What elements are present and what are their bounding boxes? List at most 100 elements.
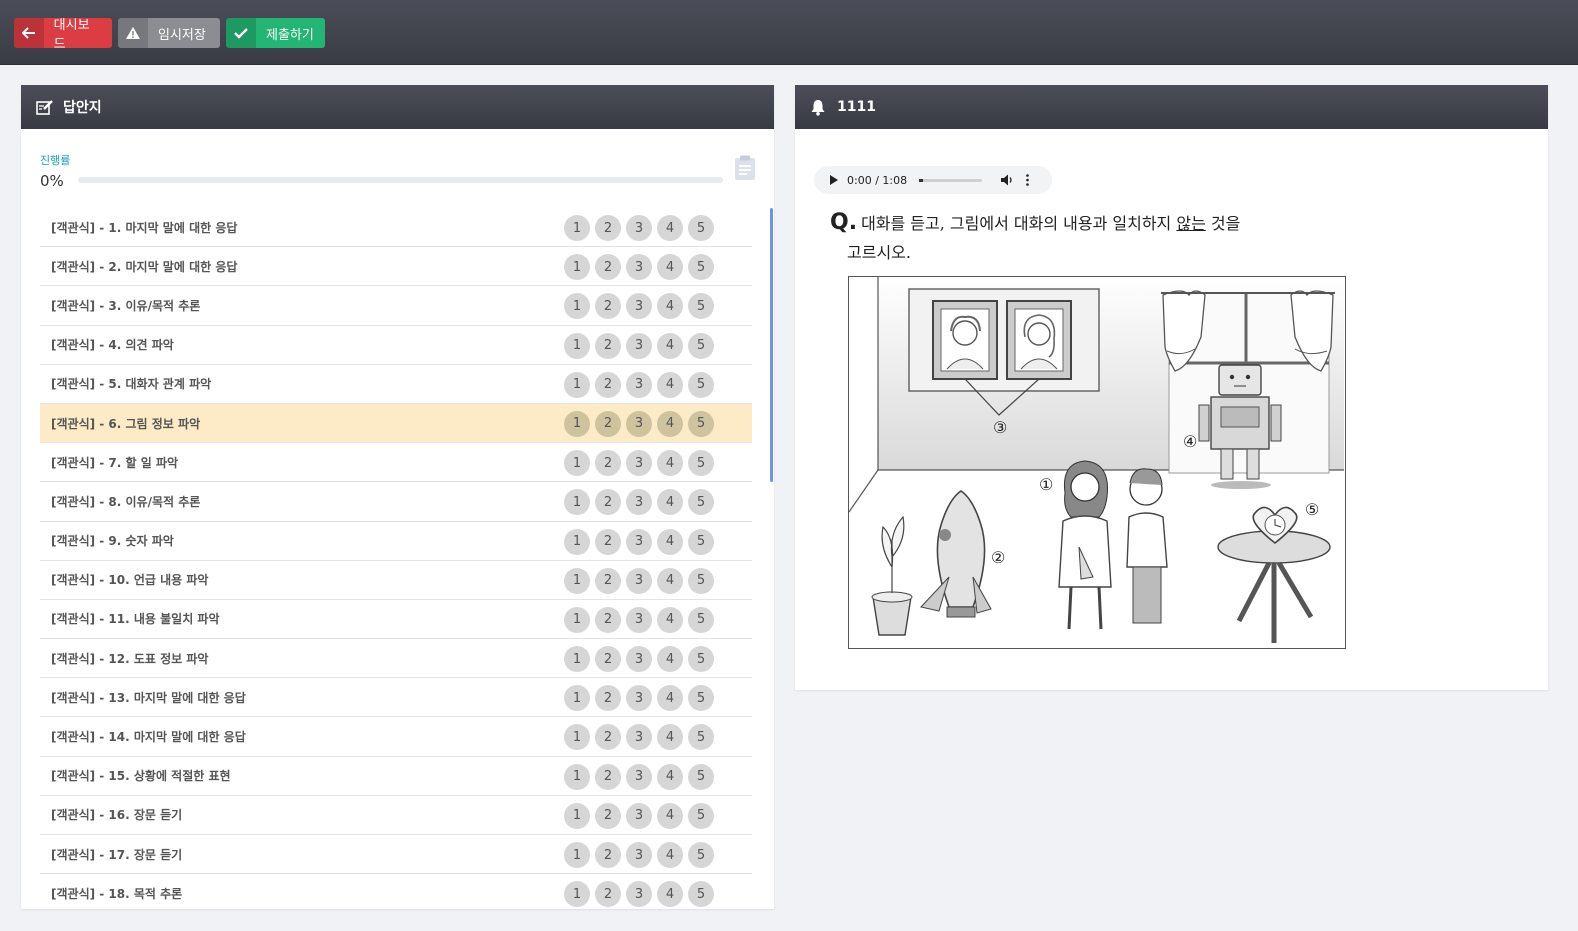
answer-option-button[interactable]: 3 — [626, 332, 652, 359]
question-row[interactable]: [객관식] - 10. 언급 내용 파악 1 2 3 4 5 — [40, 561, 752, 600]
answer-option-button[interactable]: 1 — [564, 215, 590, 241]
answer-option-button[interactable]: 1 — [564, 763, 590, 790]
audio-seek-bar[interactable] — [919, 178, 983, 182]
answer-option-button[interactable]: 5 — [688, 293, 714, 320]
answer-option-button[interactable]: 1 — [564, 842, 590, 868]
more-options-icon[interactable] — [1026, 174, 1029, 186]
answer-option-button[interactable]: 4 — [657, 685, 683, 712]
answer-option-button[interactable]: 4 — [657, 332, 683, 359]
answer-option-button[interactable]: 3 — [626, 881, 652, 908]
answer-option-button[interactable]: 4 — [657, 489, 683, 516]
question-row[interactable]: [객관식] - 4. 의견 파악 1 2 3 4 5 — [40, 326, 752, 365]
answer-option-button[interactable]: 1 — [564, 646, 590, 673]
answer-option-button[interactable]: 3 — [626, 254, 652, 281]
answer-option-button[interactable]: 2 — [595, 763, 621, 790]
question-row[interactable]: [객관식] - 3. 이유/목적 추론 1 2 3 4 5 — [40, 286, 752, 326]
answer-option-button[interactable]: 3 — [626, 763, 652, 790]
answer-option-button[interactable]: 2 — [595, 293, 621, 320]
answer-option-button[interactable]: 3 — [626, 450, 652, 477]
answer-option-button[interactable]: 4 — [657, 450, 683, 477]
answer-option-button[interactable]: 4 — [657, 606, 683, 633]
answer-option-button[interactable]: 3 — [626, 606, 652, 633]
answer-option-button[interactable]: 5 — [688, 332, 714, 359]
answer-option-button[interactable]: 5 — [688, 646, 714, 673]
answer-option-button[interactable]: 5 — [688, 528, 714, 555]
answer-option-button[interactable]: 5 — [688, 215, 714, 241]
question-row[interactable]: [객관식] - 12. 도표 정보 파악 1 2 3 4 5 — [40, 639, 752, 679]
answer-option-button[interactable]: 1 — [564, 489, 590, 516]
answer-option-button[interactable]: 3 — [626, 685, 652, 712]
answer-option-button[interactable]: 5 — [688, 450, 714, 477]
question-row[interactable]: [객관식] - 5. 대화자 관계 파악 1 2 3 4 5 — [40, 365, 752, 404]
answer-option-button[interactable]: 3 — [626, 802, 652, 829]
answer-option-button[interactable]: 1 — [564, 567, 590, 594]
answer-option-button[interactable]: 1 — [564, 332, 590, 359]
question-row[interactable]: [객관식] - 1. 마지막 말에 대한 응답 1 2 3 4 5 — [40, 208, 752, 248]
answer-option-button[interactable]: 5 — [688, 881, 714, 908]
answer-option-button[interactable]: 1 — [564, 371, 590, 398]
answer-option-button[interactable]: 4 — [657, 215, 683, 241]
question-row[interactable]: [객관식] - 15. 상황에 적절한 표현 1 2 3 4 5 — [40, 757, 752, 796]
answer-option-button[interactable]: 4 — [657, 763, 683, 790]
answer-option-button[interactable]: 2 — [595, 567, 621, 594]
question-row[interactable]: [객관식] - 6. 그림 정보 파악 1 2 3 4 5 — [40, 403, 752, 444]
play-icon[interactable] — [830, 175, 838, 185]
answer-option-button[interactable]: 2 — [595, 842, 621, 868]
answer-option-button[interactable]: 5 — [688, 254, 714, 281]
answer-option-button[interactable]: 5 — [688, 685, 714, 712]
answer-option-button[interactable]: 2 — [595, 450, 621, 477]
answer-option-button[interactable]: 2 — [595, 254, 621, 281]
answer-option-button[interactable]: 2 — [595, 332, 621, 359]
answer-option-button[interactable]: 2 — [595, 215, 621, 241]
answer-option-button[interactable]: 3 — [626, 724, 652, 751]
answer-option-button[interactable]: 4 — [657, 881, 683, 908]
scrollbar[interactable] — [770, 208, 773, 482]
answer-option-button[interactable]: 1 — [564, 724, 590, 751]
answer-option-button[interactable]: 1 — [564, 606, 590, 633]
answer-option-button[interactable]: 5 — [688, 489, 714, 516]
answer-option-button[interactable]: 3 — [626, 646, 652, 673]
question-row[interactable]: [객관식] - 2. 마지막 말에 대한 응답 1 2 3 4 5 — [40, 247, 752, 287]
answer-option-button[interactable]: 1 — [564, 254, 590, 281]
volume-icon[interactable] — [1000, 173, 1014, 187]
answer-option-button[interactable]: 2 — [595, 528, 621, 555]
answer-option-button[interactable]: 1 — [564, 881, 590, 908]
answer-option-button[interactable]: 1 — [564, 685, 590, 712]
answer-option-button[interactable]: 3 — [626, 489, 652, 516]
answer-option-button[interactable]: 2 — [595, 606, 621, 633]
answer-option-button[interactable]: 4 — [657, 293, 683, 320]
answer-option-button[interactable]: 3 — [626, 215, 652, 241]
answer-option-button[interactable]: 2 — [595, 802, 621, 829]
answer-option-button[interactable]: 5 — [688, 410, 714, 437]
answer-option-button[interactable]: 2 — [595, 724, 621, 751]
answer-option-button[interactable]: 1 — [564, 410, 590, 437]
answer-option-button[interactable]: 4 — [657, 842, 683, 868]
answer-option-button[interactable]: 1 — [564, 528, 590, 555]
question-row[interactable]: [객관식] - 17. 장문 듣기 1 2 3 4 5 — [40, 835, 752, 875]
answer-option-button[interactable]: 3 — [626, 842, 652, 868]
answer-option-button[interactable]: 2 — [595, 646, 621, 673]
answer-option-button[interactable]: 1 — [564, 450, 590, 477]
question-row[interactable]: [객관식] - 7. 할 일 파악 1 2 3 4 5 — [40, 443, 752, 483]
answer-option-button[interactable]: 5 — [688, 724, 714, 751]
answer-option-button[interactable]: 5 — [688, 606, 714, 633]
audio-player[interactable]: 0:00 / 1:08 — [814, 166, 1052, 194]
answer-option-button[interactable]: 5 — [688, 567, 714, 594]
answer-option-button[interactable]: 5 — [688, 802, 714, 829]
question-row[interactable]: [객관식] - 9. 숫자 파악 1 2 3 4 5 — [40, 522, 752, 561]
answer-option-button[interactable]: 2 — [595, 410, 621, 437]
answer-option-button[interactable]: 4 — [657, 528, 683, 555]
answer-option-button[interactable]: 5 — [688, 842, 714, 868]
question-row[interactable]: [객관식] - 16. 장문 듣기 1 2 3 4 5 — [40, 796, 752, 835]
temp-save-button[interactable]: 임시저장 — [118, 18, 220, 48]
answer-option-button[interactable]: 4 — [657, 567, 683, 594]
question-row[interactable]: [객관식] - 14. 마지막 말에 대한 응답 1 2 3 4 5 — [40, 717, 752, 757]
answer-option-button[interactable]: 4 — [657, 371, 683, 398]
question-row[interactable]: [객관식] - 8. 이유/목적 추론 1 2 3 4 5 — [40, 482, 752, 522]
submit-button[interactable]: 제출하기 — [226, 18, 325, 48]
answer-option-button[interactable]: 2 — [595, 371, 621, 398]
answer-option-button[interactable]: 2 — [595, 685, 621, 712]
answer-option-button[interactable]: 2 — [595, 489, 621, 516]
question-row[interactable]: [객관식] - 18. 목적 추론 1 2 3 4 5 — [40, 874, 752, 909]
answer-option-button[interactable]: 1 — [564, 293, 590, 320]
